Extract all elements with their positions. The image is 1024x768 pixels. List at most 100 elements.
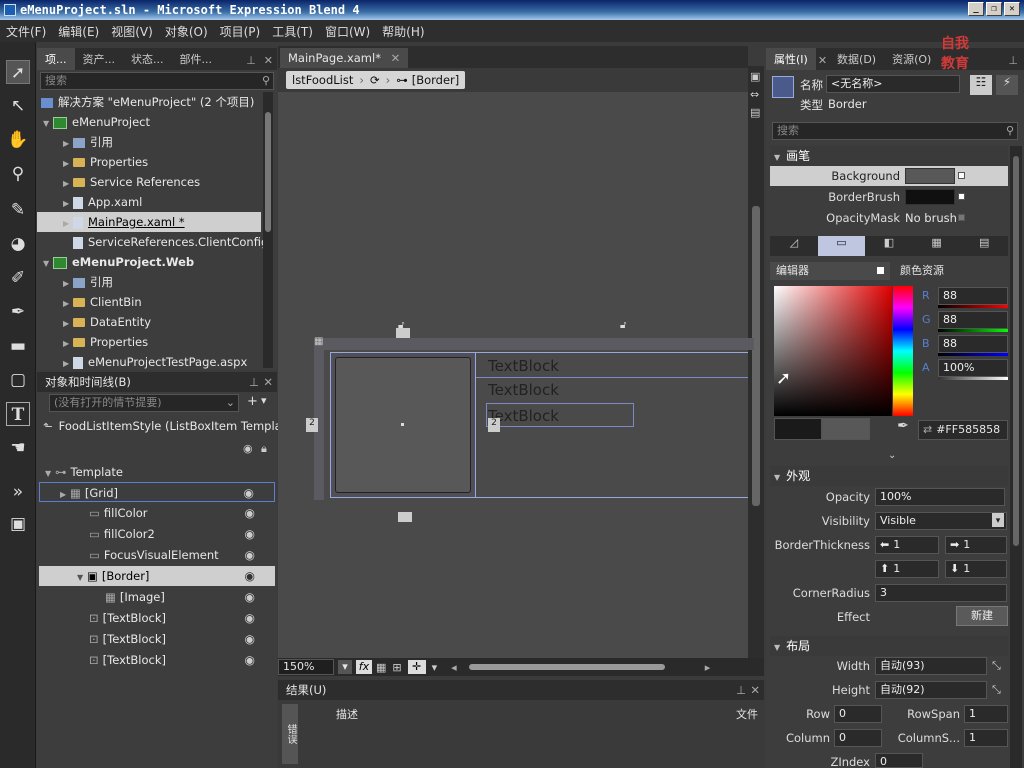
width-field[interactable]: 自动(93)	[875, 657, 987, 675]
b-field[interactable]: 88	[938, 335, 1008, 353]
column-description[interactable]: 描述	[336, 706, 358, 722]
canvas-vscroll-thumb[interactable]	[752, 206, 760, 506]
snap-lines-icon[interactable]: ✛	[407, 660, 426, 674]
assets-tool-icon[interactable]: »	[6, 480, 30, 504]
tab-projects[interactable]: 项...	[37, 48, 75, 70]
top-handle-label[interactable]	[396, 328, 410, 338]
scroll-thumb[interactable]	[265, 112, 271, 232]
menu-help[interactable]: 帮助(H)	[376, 23, 430, 40]
advanced-options-icon[interactable]	[958, 172, 965, 179]
tree-item[interactable]: ▭ FocusVisualElement ◉	[89, 545, 275, 565]
advanced-options-icon[interactable]	[958, 214, 965, 221]
eye-icon[interactable]: ◉	[245, 503, 255, 523]
height-field[interactable]: 自动(92)	[875, 681, 987, 699]
zoom-input[interactable]: 150%	[278, 659, 334, 675]
panel-close-icon[interactable]: ✕	[750, 680, 760, 700]
textblock-tool-icon[interactable]: T	[6, 402, 30, 426]
tree-item-template[interactable]: ▼ ⊶ Template	[45, 462, 123, 482]
layout-section-header[interactable]: ▼ 布局	[770, 636, 1008, 656]
maximize-button[interactable]: ❐	[986, 2, 1002, 16]
textblock-1[interactable]: TextBlock	[488, 357, 559, 375]
properties-scrollbar[interactable]	[1010, 146, 1022, 768]
properties-view-icon[interactable]: ☷	[970, 75, 992, 95]
eye-icon[interactable]: ◉	[244, 483, 254, 503]
chevron-down-icon[interactable]: ▾	[992, 513, 1004, 527]
minimize-button[interactable]: _	[968, 2, 984, 16]
xaml-view-icon[interactable]: ⇔	[750, 88, 759, 101]
tree-item[interactable]: ▶ Service References	[63, 172, 200, 192]
rectangle-tool-icon[interactable]: ▬	[6, 334, 30, 358]
tab-color-resources[interactable]: 颜色资源	[900, 262, 944, 280]
opacitymask-value[interactable]: No brush	[905, 211, 957, 225]
columnspan-field[interactable]: 1	[964, 729, 1008, 747]
project-search-input[interactable]: 搜索 ⚲	[40, 72, 274, 90]
menu-file[interactable]: 文件(F)	[0, 23, 52, 40]
eye-icon[interactable]: ◉	[245, 650, 255, 670]
pen-tool-icon[interactable]: ✒	[6, 300, 30, 324]
a-field[interactable]: 100%	[938, 359, 1008, 377]
close-button[interactable]: ✕	[1004, 2, 1020, 16]
design-canvas[interactable]: ▦ 🔓︎ 🔓︎ TextBlock TextBlock TextBlock 2 …	[278, 92, 793, 658]
return-scope-icon[interactable]: ⬑	[43, 419, 53, 433]
brush-tool-icon[interactable]: ✐	[6, 266, 30, 290]
annotations-icon[interactable]: ▾	[432, 661, 438, 674]
tree-item[interactable]: ⊡ [TextBlock] ◉	[89, 650, 275, 670]
zoom-tool-icon[interactable]: ⚲	[6, 162, 30, 186]
set-auto-icon[interactable]: ⤡	[992, 683, 1001, 697]
solid-brush-icon[interactable]: ▭	[817, 236, 866, 256]
column-file[interactable]: 文件	[736, 706, 758, 722]
menu-object[interactable]: 对象(O)	[159, 23, 214, 40]
template-scope[interactable]: ⬑ FoodListItemStyle (ListBoxItem Templat.…	[43, 416, 297, 436]
expand-chevron-icon[interactable]: ⌄	[888, 450, 896, 461]
project-scrollbar[interactable]	[263, 92, 273, 368]
rowspan-field[interactable]: 1	[964, 705, 1008, 723]
eye-icon[interactable]: ◉	[245, 629, 255, 649]
zoom-dropdown-icon[interactable]: ▾	[338, 660, 352, 674]
tree-item[interactable]: ▶ ClientBin	[63, 292, 142, 312]
menu-project[interactable]: 项目(P)	[214, 23, 267, 40]
tree-item[interactable]: ▼ eMenuProject.Web	[43, 252, 194, 272]
solution-node[interactable]: 解决方案 "eMenuProject" (2 个项目)	[41, 92, 254, 112]
new-effect-button[interactable]: 新建	[956, 606, 1008, 626]
canvas-hscrollbar[interactable]	[461, 662, 701, 672]
menu-view[interactable]: 视图(V)	[105, 23, 159, 40]
pin-icon[interactable]: ⊥	[1002, 51, 1024, 70]
hue-slider[interactable]	[893, 286, 913, 416]
eye-icon[interactable]: ◉	[245, 524, 255, 544]
tab-mainpage[interactable]: MainPage.xaml* ✕	[280, 48, 409, 68]
scroll-thumb[interactable]	[468, 664, 665, 670]
storyboard-options-icon[interactable]: ▾	[261, 394, 267, 407]
g-field[interactable]: 88	[938, 311, 1008, 329]
lock-open-icon[interactable]: 🔓︎	[620, 320, 626, 331]
close-tab-icon[interactable]: ✕	[816, 51, 829, 70]
storyboard-selector[interactable]: (没有打开的情节提要) ⌄	[49, 394, 239, 412]
panel-close-icon[interactable]: ✕	[260, 51, 277, 70]
tree-item[interactable]: ▶ eMenuProjectTestPage.aspx	[63, 352, 247, 370]
tree-item[interactable]: ▶ 引用	[63, 272, 113, 292]
borderthickness-top[interactable]: ⬆ 1	[875, 560, 939, 578]
tile-brush-icon[interactable]: ▦	[913, 236, 961, 256]
snap-grid-icon[interactable]: ⊞	[392, 661, 401, 674]
brush-resources-icon[interactable]: ▤	[960, 236, 1008, 256]
cornerradius-field[interactable]: 3	[875, 584, 1007, 602]
tree-item[interactable]: ▶ Properties	[63, 152, 148, 172]
tab-assets[interactable]: 资产...	[75, 48, 124, 70]
grid-toggle-icon[interactable]: ▦	[376, 661, 386, 674]
eye-icon[interactable]: ◉	[245, 608, 255, 628]
effects-toggle-icon[interactable]: fx	[356, 660, 372, 674]
tab-properties[interactable]: 属性(I)	[766, 48, 816, 70]
close-tab-icon[interactable]: ✕	[391, 51, 401, 65]
lock-icon[interactable]: 🔒︎	[261, 442, 267, 456]
breadcrumb-lstfoodlist[interactable]: lstFoodList	[292, 73, 353, 87]
add-storyboard-icon[interactable]: +	[247, 394, 258, 409]
set-auto-icon[interactable]: ⤡	[992, 659, 1001, 673]
eye-icon[interactable]: ◉	[245, 545, 255, 565]
r-field[interactable]: 88	[938, 287, 1008, 305]
selection-tool-icon[interactable]: ➚	[6, 60, 30, 84]
opacity-field[interactable]: 100%	[875, 488, 1005, 506]
scroll-thumb[interactable]	[1013, 156, 1019, 546]
pan-tool-icon[interactable]: ✋	[6, 128, 30, 152]
control-tool-icon[interactable]: ☚	[6, 436, 30, 460]
borderbrush-swatch[interactable]	[905, 189, 955, 205]
appearance-section-header[interactable]: ▼ 外观	[770, 466, 1008, 486]
